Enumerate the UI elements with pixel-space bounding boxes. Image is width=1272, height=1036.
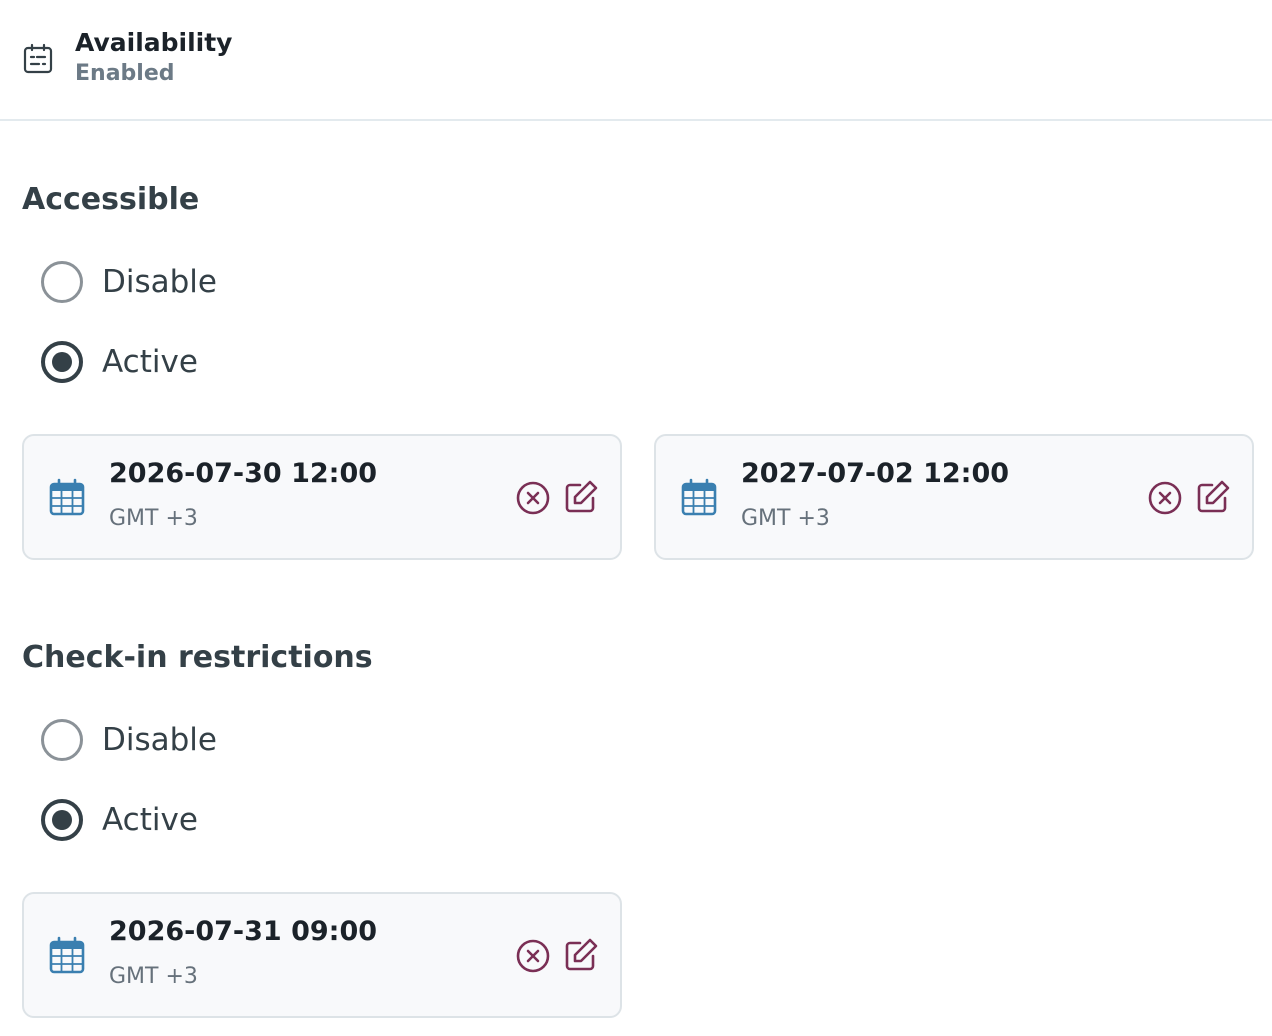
end-datetime: 2027-07-02 12:00 [741, 458, 1010, 489]
clear-date-icon[interactable] [515, 480, 551, 516]
clear-date-icon[interactable] [515, 938, 551, 974]
availability-header[interactable]: Availability Enabled [0, 0, 1272, 121]
accessible-disable-radio[interactable]: Disable [41, 261, 217, 303]
calendar-icon [681, 478, 717, 516]
checkin-active-radio[interactable]: Active [41, 799, 198, 841]
start-timezone: GMT +3 [109, 506, 198, 531]
calendar-list-icon [23, 43, 53, 74]
checkin-section-title: Check-in restrictions [22, 640, 373, 675]
calendar-icon [49, 478, 85, 516]
accessible-section-title: Accessible [22, 182, 200, 217]
accessible-end-date-card[interactable]: 2027-07-02 12:00 GMT +3 [654, 434, 1254, 560]
start-datetime: 2026-07-30 12:00 [109, 458, 378, 489]
radio-label: Active [102, 344, 198, 380]
radio-unchecked-icon[interactable] [41, 719, 83, 761]
end-timezone: GMT +3 [741, 506, 830, 531]
checkin-disable-radio[interactable]: Disable [41, 719, 217, 761]
availability-status: Enabled [75, 61, 175, 86]
edit-date-icon[interactable] [563, 937, 599, 973]
checkin-datetime: 2026-07-31 09:00 [109, 916, 378, 947]
radio-checked-icon[interactable] [41, 799, 83, 841]
calendar-icon [49, 936, 85, 974]
radio-unchecked-icon[interactable] [41, 261, 83, 303]
accessible-active-radio[interactable]: Active [41, 341, 198, 383]
radio-label: Active [102, 802, 198, 838]
radio-checked-icon[interactable] [41, 341, 83, 383]
edit-date-icon[interactable] [563, 479, 599, 515]
checkin-timezone: GMT +3 [109, 964, 198, 989]
radio-label: Disable [102, 722, 217, 758]
availability-title: Availability [75, 28, 233, 57]
radio-label: Disable [102, 264, 217, 300]
checkin-date-card[interactable]: 2026-07-31 09:00 GMT +3 [22, 892, 622, 1018]
edit-date-icon[interactable] [1195, 479, 1231, 515]
clear-date-icon[interactable] [1147, 480, 1183, 516]
accessible-start-date-card[interactable]: 2026-07-30 12:00 GMT +3 [22, 434, 622, 560]
